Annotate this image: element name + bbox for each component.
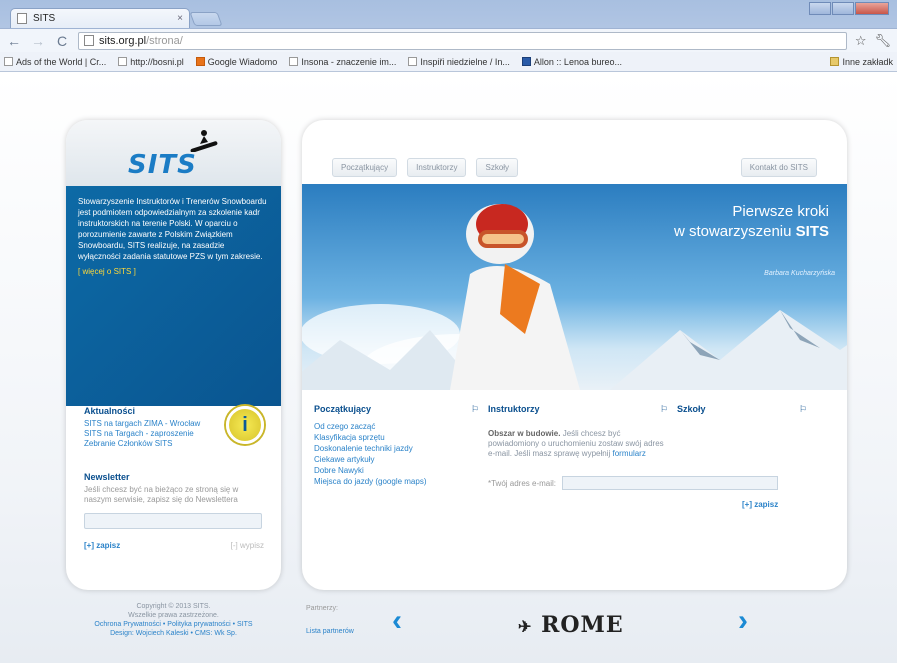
instructors-section: Instruktorzy ⚐ Obszar w budowie. Jeśli ch… bbox=[488, 404, 668, 459]
bookmark-item[interactable]: http://bosni.pl bbox=[118, 57, 184, 67]
beginners-link[interactable]: Miejsca do jazdy (google maps) bbox=[314, 476, 479, 487]
news-icon bbox=[195, 57, 205, 66]
minimize-button[interactable] bbox=[809, 2, 831, 15]
beginners-link[interactable]: Dobre Nawyki bbox=[314, 465, 479, 476]
newsletter-text: Jeśli chcesz być na bieżąco ze stroną si… bbox=[84, 485, 239, 504]
tab-title: SITS bbox=[33, 13, 56, 24]
new-tab-button[interactable] bbox=[189, 12, 223, 26]
close-window-button[interactable] bbox=[855, 2, 889, 15]
pin-icon: ⚐ bbox=[470, 404, 479, 414]
more-about-link[interactable]: [ więcej o SITS ] bbox=[78, 266, 269, 277]
footer-design[interactable]: Design: Wojciech Kaleski • CMS: Wk Sp. bbox=[66, 629, 281, 638]
beginners-section: Początkujący ⚐ Od czego zacząć Klasyfikac… bbox=[314, 404, 479, 487]
intro-box: Stowarzyszenie Instruktorów i Trenerów S… bbox=[66, 186, 281, 444]
news-title: Aktualności bbox=[84, 406, 136, 416]
bookmark-item[interactable]: Inspiři niedzielne / In... bbox=[408, 57, 510, 67]
hero-line2: w stowarzyszeniu bbox=[673, 223, 792, 240]
logo-area: SITS bbox=[66, 120, 281, 186]
page-icon bbox=[4, 57, 13, 66]
pin-icon: ⚐ bbox=[659, 404, 668, 414]
sponsor-logo[interactable]: ✈ ROME bbox=[518, 612, 624, 638]
main-panel: Początkujący Instruktorzy Szkoły Kontakt… bbox=[302, 120, 847, 590]
pin-icon: ⚐ bbox=[798, 404, 807, 414]
schools-section: Szkoły ⚐ bbox=[677, 404, 807, 421]
email-label: *Twój adres e-mail: bbox=[488, 478, 557, 488]
snowboarder-photo bbox=[450, 204, 580, 390]
newsletter-unsubscribe-button[interactable]: [-] wypisz bbox=[231, 541, 264, 550]
forward-icon[interactable]: → bbox=[30, 33, 46, 49]
tab-beginners[interactable]: Początkujący bbox=[332, 158, 398, 177]
newsletter-title: Newsletter bbox=[84, 472, 130, 482]
page-icon bbox=[408, 57, 418, 66]
tab-instructors[interactable]: Instruktorzy bbox=[407, 158, 467, 177]
sits-logo[interactable]: SITS bbox=[128, 150, 197, 180]
url-path: /strona/ bbox=[146, 34, 183, 47]
hero-signature: Barbara Kucharzyńska bbox=[764, 270, 835, 277]
page-icon bbox=[17, 13, 27, 24]
partners-label: Partnerzy: bbox=[306, 605, 338, 612]
email-subscribe-button[interactable]: [+] zapisz bbox=[742, 500, 778, 509]
newsletter-section: Newsletter Jeśli chcesz być na bieżąco z… bbox=[84, 472, 264, 550]
instructors-desc: Obszar w budowie. Jeśli chcesz być powia… bbox=[488, 429, 664, 458]
window-controls bbox=[809, 2, 889, 15]
page-icon bbox=[289, 57, 299, 66]
close-tab-icon[interactable]: × bbox=[177, 13, 183, 24]
schools-title: Szkoły bbox=[677, 404, 706, 414]
footer-copyright: Copyright © 2013 SITS. Wszelkie prawa za… bbox=[66, 602, 281, 638]
email-row: *Twój adres e-mail: bbox=[488, 476, 818, 490]
news-item[interactable]: SITS na targach ZIMA - Wrocław bbox=[84, 419, 264, 429]
address-bar[interactable]: sits.org.pl /strona/ bbox=[78, 31, 847, 50]
browser-toolbar: ← → C sits.org.pl /strona/ ☆ 🔧︎ bbox=[0, 28, 897, 52]
beginners-link[interactable]: Klasyfikacja sprzętu bbox=[314, 432, 479, 443]
page-icon bbox=[521, 57, 531, 66]
hero-line2-bold: SITS bbox=[795, 223, 829, 240]
tab-schools[interactable]: Szkoły bbox=[476, 158, 519, 177]
title-bar: SITS × bbox=[0, 0, 897, 28]
newsletter-email-input[interactable] bbox=[84, 513, 262, 529]
newsletter-subscribe-button[interactable]: [+] zapisz bbox=[84, 541, 120, 550]
snowboarder-icon bbox=[190, 130, 218, 152]
wrench-icon[interactable]: 🔧︎ bbox=[874, 33, 891, 49]
main-nav: Początkujący Instruktorzy Szkoły bbox=[332, 158, 519, 177]
hero-title: Pierwsze kroki w stowarzyszeniu SITS bbox=[674, 202, 829, 242]
next-arrow-icon[interactable]: › bbox=[738, 604, 748, 638]
form-link[interactable]: formularz bbox=[613, 449, 646, 458]
page-icon bbox=[84, 35, 94, 46]
reload-icon[interactable]: C bbox=[54, 33, 70, 49]
bookmark-item[interactable]: Insona - znaczenie im... bbox=[289, 57, 396, 67]
beginners-link[interactable]: Ciekawe artykuły bbox=[314, 454, 479, 465]
partners-list-link[interactable]: Lista partnerów bbox=[306, 628, 354, 635]
hero-banner: Pierwsze kroki w stowarzyszeniu SITS Bar… bbox=[302, 184, 847, 390]
back-icon[interactable]: ← bbox=[6, 33, 22, 49]
intro-text: Stowarzyszenie Instruktorów i Trenerów S… bbox=[78, 197, 267, 261]
bookmarks-bar: Ads of the World | Cr... http://bosni.pl… bbox=[0, 52, 897, 72]
instructors-title: Instruktorzy bbox=[488, 404, 540, 414]
bookmark-item[interactable]: Ads of the World | Cr... bbox=[4, 57, 106, 67]
partners: Partnerzy: Lista partnerów bbox=[306, 605, 354, 635]
contact-link[interactable]: Kontakt do SITS bbox=[740, 158, 817, 177]
email-input[interactable] bbox=[562, 476, 779, 490]
news-item[interactable]: SITS na Targach - zaproszenie bbox=[84, 429, 264, 439]
beginners-link[interactable]: Od czego zacząć bbox=[314, 421, 479, 432]
sections-area: Początkujący ⚐ Od czego zacząć Klasyfikac… bbox=[302, 404, 847, 524]
bookmark-star-icon[interactable]: ☆ bbox=[855, 33, 867, 49]
footer-links[interactable]: Ochrona Prywatności • Polityka prywatnoś… bbox=[66, 620, 281, 629]
prev-arrow-icon[interactable]: ‹ bbox=[392, 604, 402, 638]
page-icon bbox=[118, 57, 128, 66]
news-item[interactable]: Zebranie Członków SITS bbox=[84, 439, 264, 449]
hero-line1: Pierwsze kroki bbox=[732, 203, 829, 220]
maximize-button[interactable] bbox=[832, 2, 854, 15]
browser-tab[interactable]: SITS × bbox=[10, 8, 190, 28]
url-host: sits.org.pl bbox=[99, 34, 147, 47]
other-bookmarks[interactable]: Inne zakładk bbox=[830, 57, 893, 67]
news-section: Aktualności SITS na targach ZIMA - Wrocł… bbox=[84, 406, 264, 449]
bookmark-item[interactable]: Allon :: Lenoa bureo... bbox=[521, 57, 622, 67]
sidebar-panel: SITS Stowarzyszenie Instruktorów i Trene… bbox=[66, 120, 281, 590]
beginners-title: Początkujący bbox=[314, 404, 372, 414]
beginners-link[interactable]: Doskonalenie techniki jazdy bbox=[314, 443, 479, 454]
folder-icon bbox=[830, 57, 840, 66]
bookmark-item[interactable]: Google Wiadomo bbox=[195, 57, 277, 67]
